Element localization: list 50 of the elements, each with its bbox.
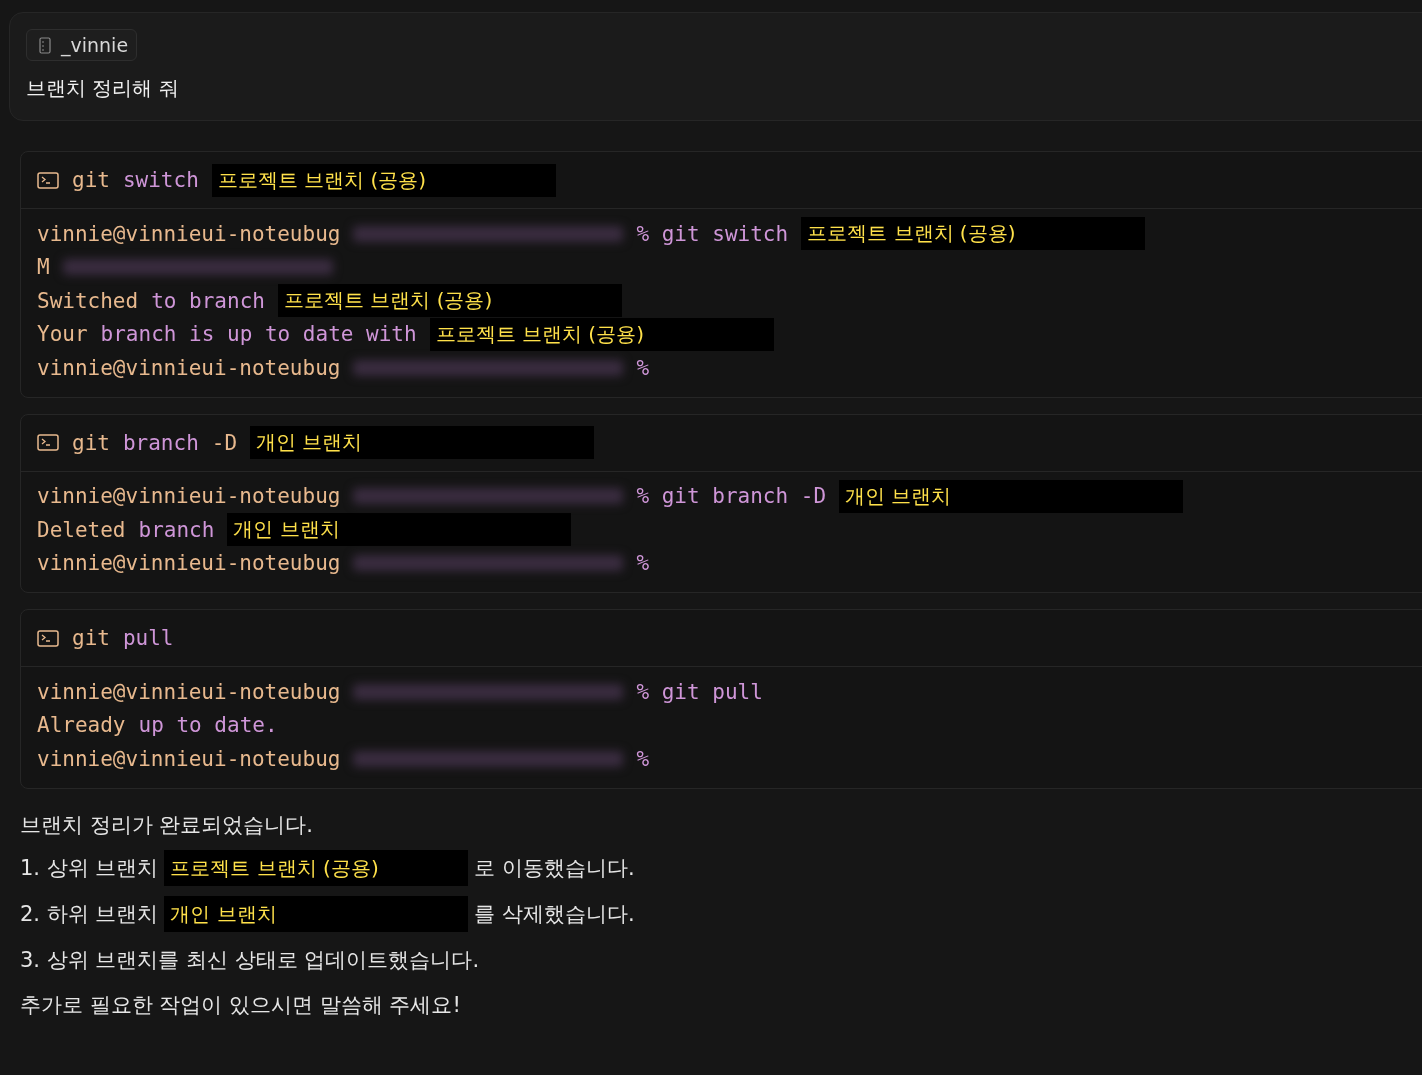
terminal-text: Your: [37, 322, 88, 347]
author-name: _vinnie: [61, 34, 129, 56]
redacted-highlight: 프로젝트 브랜치 (공용): [429, 317, 774, 351]
terminal-text: branch: [122, 430, 199, 455]
terminal-text: switch: [122, 168, 199, 192]
redacted-highlight: 개인 브랜치: [250, 426, 595, 459]
terminal-text: -D: [211, 430, 238, 455]
terminal-icon: [37, 171, 59, 189]
terminal-text: %: [636, 355, 650, 380]
redacted-highlight: 프로젝트 브랜치 (공용): [164, 849, 469, 886]
terminal-text: % git pull: [636, 679, 763, 704]
redacted-highlight: 프로젝트 브랜치 (공용): [801, 217, 1146, 251]
terminal-text: vinnie@vinnieui-noteubug: [37, 355, 341, 380]
document-icon: [39, 36, 51, 54]
terminal-text: git: [72, 168, 110, 192]
terminal-text: vinnie@vinnieui-noteubug: [37, 679, 341, 704]
reply-text: 1. 상위 브랜치: [20, 854, 159, 882]
terminal-icon: [37, 629, 59, 647]
reply-text: 를 삭제했습니다.: [474, 900, 635, 928]
redacted-highlight: 프로젝트 브랜치 (공용): [211, 163, 556, 197]
redacted-highlight: 개인 브랜치: [227, 513, 572, 547]
redacted-highlight: 프로젝트 브랜치 (공용): [277, 284, 622, 318]
terminal-text: % git switch: [636, 221, 789, 246]
reply-text: 2. 하위 브랜치: [20, 900, 159, 928]
terminal-text: git: [72, 626, 110, 650]
terminal-text: % git branch -D: [636, 484, 827, 509]
reply-text: 브랜치 정리가 완료되었습니다.: [20, 811, 315, 839]
terminal-text: pull: [122, 626, 174, 650]
terminal-text: %: [636, 551, 650, 576]
terminal-text: to branch: [151, 288, 265, 313]
terminal-text: vinnie@vinnieui-noteubug: [37, 221, 341, 246]
terminal-text: vinnie@vinnieui-noteubug: [37, 551, 341, 576]
terminal-text: M: [37, 255, 50, 280]
message-text: 브랜치 정리해 줘: [26, 75, 180, 102]
terminal-text: %: [636, 746, 650, 771]
reply-text: 추가로 필요한 작업이 있으시면 말씀해 주세요!: [20, 991, 462, 1019]
reply-text: 로 이동했습니다.: [474, 854, 635, 882]
terminal-text: vinnie@vinnieui-noteubug: [37, 484, 341, 509]
terminal-text: branch: [138, 517, 215, 542]
reply-text: 3. 상위 브랜치를 최신 상태로 업데이트했습니다.: [20, 946, 480, 974]
terminal-text: Already: [37, 713, 126, 738]
terminal-icon: [37, 434, 59, 451]
redacted-highlight: 개인 브랜치: [839, 479, 1184, 513]
redacted-highlight: 개인 브랜치: [164, 895, 469, 932]
terminal-text: branch is up to date with: [100, 322, 417, 347]
terminal-text: git: [72, 430, 110, 455]
terminal-text: up to date.: [138, 713, 278, 738]
terminal-text: Deleted: [37, 517, 126, 542]
terminal-text: vinnie@vinnieui-noteubug: [37, 746, 341, 771]
terminal-text: Switched: [37, 288, 139, 313]
